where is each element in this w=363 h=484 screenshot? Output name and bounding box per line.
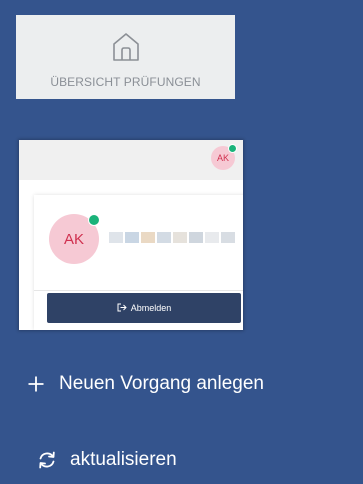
logout-label: Abmelden <box>130 303 172 313</box>
overview-exams-label: ÜBERSICHT PRÜFUNGEN <box>50 75 201 89</box>
logout-icon <box>117 303 127 314</box>
avatar-initials: AK <box>63 230 84 248</box>
card-divider <box>34 290 243 291</box>
preview-topbar: AK <box>19 140 243 180</box>
plus-icon <box>25 373 47 395</box>
profile-card: AK Abmelden <box>34 195 243 330</box>
refresh-button[interactable]: aktualisieren <box>36 449 177 471</box>
online-status-dot <box>88 214 100 226</box>
topbar-avatar[interactable]: AK <box>211 144 237 170</box>
home-icon <box>108 27 144 67</box>
new-case-button[interactable]: Neuen Vorgang anlegen <box>25 373 264 395</box>
topbar-avatar-initials: AK <box>216 153 229 163</box>
refresh-label: aktualisieren <box>70 449 177 470</box>
online-status-dot <box>228 144 237 153</box>
redacted-user-name <box>109 232 235 243</box>
overview-exams-tile[interactable]: ÜBERSICHT PRÜFUNGEN <box>16 15 235 99</box>
new-case-label: Neuen Vorgang anlegen <box>59 373 264 394</box>
logout-button[interactable]: Abmelden <box>47 293 241 323</box>
avatar: AK <box>49 214 100 264</box>
profile-menu-preview: AK AK Abmelden <box>19 140 243 330</box>
refresh-icon <box>36 449 58 471</box>
